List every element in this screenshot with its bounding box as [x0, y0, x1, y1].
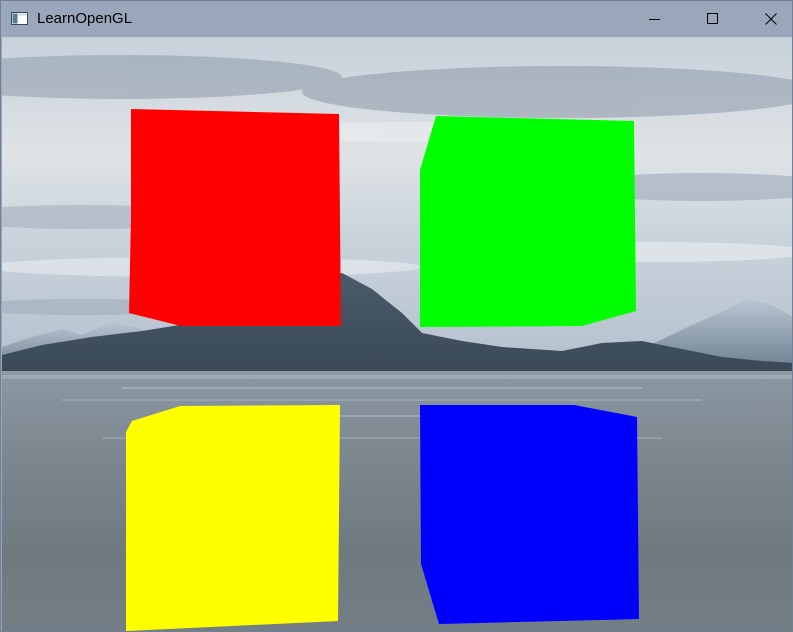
app-window: LearnOpenGL	[0, 0, 793, 632]
blue-cube[interactable]	[420, 405, 639, 624]
window-title: LearnOpenGL	[37, 10, 133, 27]
scene-canvas	[2, 37, 792, 631]
green-cube[interactable]	[420, 116, 636, 327]
yellow-cube[interactable]	[126, 405, 340, 631]
title-bar[interactable]: LearnOpenGL	[1, 1, 792, 37]
close-icon	[765, 13, 777, 25]
close-button[interactable]	[748, 1, 792, 37]
app-icon	[11, 12, 28, 25]
minimize-button[interactable]	[632, 1, 678, 37]
skybox	[2, 37, 792, 631]
red-cube[interactable]	[129, 109, 341, 326]
maximize-button[interactable]	[690, 1, 736, 37]
maximize-icon	[707, 13, 718, 24]
water	[2, 371, 792, 631]
gl-viewport[interactable]	[2, 37, 792, 631]
minimize-icon	[649, 19, 660, 20]
